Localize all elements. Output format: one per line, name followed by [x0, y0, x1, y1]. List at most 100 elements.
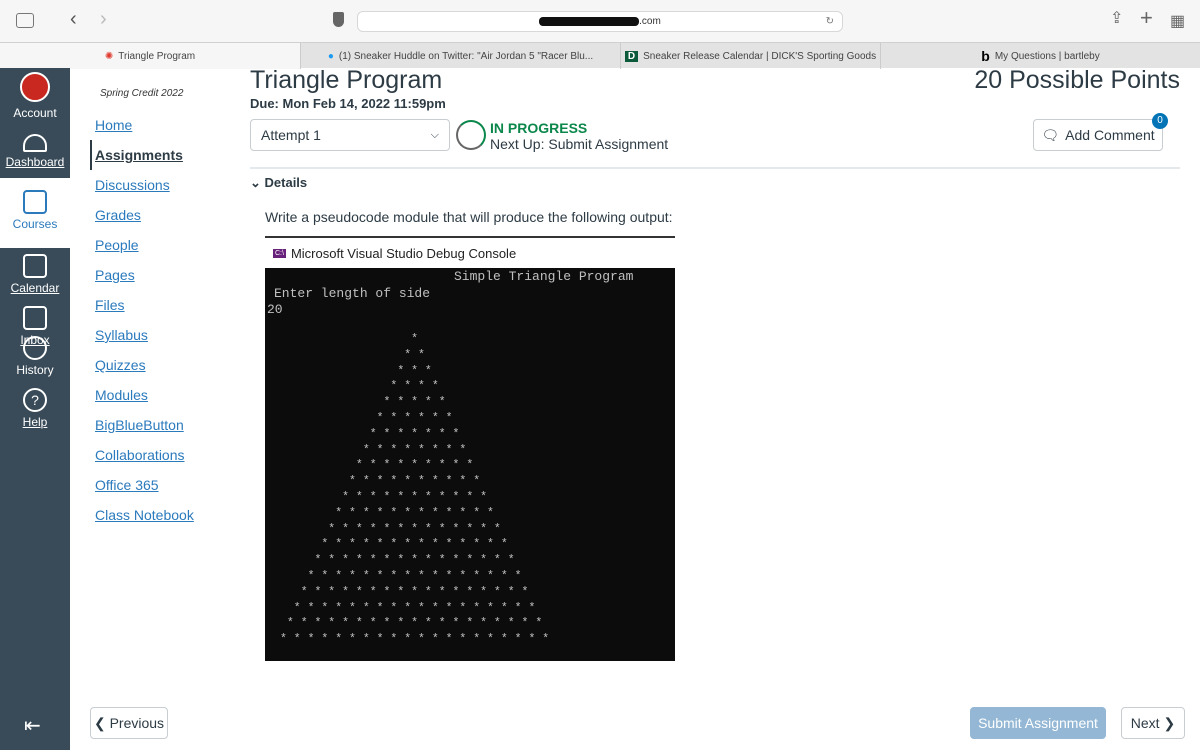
- nav-label: Account: [13, 106, 57, 120]
- console-heading: Simple Triangle Program: [454, 269, 634, 284]
- new-tab-icon[interactable]: +: [1140, 5, 1153, 31]
- tab-bar: ✺ Triangle Program ● (1) Sneaker Huddle on…: [0, 42, 1200, 69]
- nav-label: Courses: [12, 217, 58, 231]
- reload-icon[interactable]: ↻: [826, 12, 834, 31]
- triangle-row: * * * * * * * * * * * * * * * * * *: [280, 601, 536, 615]
- submit-assignment-button[interactable]: Submit Assignment: [970, 707, 1106, 739]
- course-nav-class-notebook[interactable]: Class Notebook: [95, 507, 194, 523]
- course-nav-people[interactable]: People: [95, 237, 139, 253]
- course-nav-quizzes[interactable]: Quizzes: [95, 357, 146, 373]
- triangle-row: * * * * * * * * * * * *: [280, 506, 494, 520]
- tab-overview-icon[interactable]: ▦: [1170, 11, 1185, 31]
- dicks-icon: D: [624, 50, 639, 62]
- course-nav-modules[interactable]: Modules: [95, 387, 148, 403]
- triangle-row: * * * * * * * * * *: [280, 475, 481, 489]
- triangle-row: * * * * * * * * * * *: [280, 490, 488, 504]
- triangle-row: * * * * * * * *: [280, 443, 467, 457]
- next-button[interactable]: Next ❯: [1121, 707, 1185, 739]
- console-prompt: Enter length of side: [274, 286, 431, 301]
- bartleby-icon: b: [981, 48, 990, 64]
- course-nav-discussions[interactable]: Discussions: [95, 177, 170, 193]
- global-nav-history[interactable]: History: [0, 336, 70, 377]
- course-nav-collaborations[interactable]: Collaborations: [95, 447, 185, 463]
- share-icon[interactable]: ⇪: [1110, 8, 1123, 28]
- course-nav-syllabus[interactable]: Syllabus: [95, 327, 148, 343]
- nav-label: History: [16, 363, 54, 377]
- course-nav-bigbluebutton[interactable]: BigBlueButton: [95, 417, 184, 433]
- console-titlebar: C:\ Microsoft Visual Studio Debug Console: [265, 238, 675, 268]
- details-toggle[interactable]: ⌄ Details: [250, 175, 307, 191]
- add-comment-button[interactable]: 🗨 Add Comment: [1033, 119, 1163, 151]
- course-nav-assignments[interactable]: Assignments: [95, 147, 183, 163]
- global-nav: Account Dashboard Courses Calendar Inbox…: [0, 68, 70, 750]
- address-bar[interactable]: .com ↻: [357, 11, 843, 32]
- course-nav-files[interactable]: Files: [95, 297, 125, 313]
- course-nav-pages[interactable]: Pages: [95, 267, 135, 283]
- collapse-nav-icon[interactable]: ⇤: [24, 713, 41, 738]
- comment-icon: 🗨: [1041, 126, 1060, 143]
- triangle-row: * * * * * * * * * * * * *: [280, 522, 501, 536]
- triangle-row: * * * * * * *: [280, 427, 460, 441]
- triangle-row: * * * * * * * * * * * * * * * *: [280, 569, 522, 583]
- redacted-url: [539, 16, 640, 26]
- divider: [250, 167, 1180, 169]
- triangle-row: * * * *: [280, 380, 439, 394]
- triangle-row: * * * * * * * * *: [280, 459, 474, 473]
- sidebar-toggle-icon[interactable]: [16, 13, 34, 28]
- triangle-row: * * * * * * * * * * * * * * * * * * *: [280, 617, 543, 631]
- url-text: .com: [639, 16, 661, 27]
- triangle-row: * * * * * *: [280, 411, 453, 425]
- shield-icon[interactable]: [333, 12, 344, 27]
- next-up-text: Next Up: Submit Assignment: [490, 136, 669, 152]
- page-title: Triangle Program: [250, 66, 443, 94]
- console-icon: C:\: [273, 248, 286, 258]
- nav-label: Calendar: [10, 281, 60, 295]
- dashboard-icon: [23, 134, 47, 152]
- attempt-select[interactable]: Attempt 1 ⌵: [250, 119, 450, 151]
- comment-count-badge: 0: [1152, 113, 1168, 129]
- nav-label: Help: [22, 415, 48, 429]
- submit-label: Submit Assignment: [978, 715, 1098, 731]
- active-indicator: [90, 140, 92, 170]
- course-nav-home[interactable]: Home: [95, 117, 132, 133]
- global-nav-courses[interactable]: Courses: [0, 178, 70, 248]
- chevron-left-icon: ❮: [93, 714, 110, 731]
- assignment-prompt: Write a pseudocode module that will prod…: [265, 209, 673, 225]
- global-nav-calendar[interactable]: Calendar: [0, 254, 70, 295]
- console-triangle: * * * * * * * * * * * * * * * * * * * * …: [280, 332, 549, 648]
- tab-label: Triangle Program: [118, 50, 196, 62]
- due-date: Due: Mon Feb 14, 2022 11:59pm: [250, 96, 446, 111]
- triangle-row: * * * * * * * * * * * * * * *: [280, 554, 515, 568]
- chevron-down-icon: ⌵: [430, 128, 439, 141]
- global-nav-account[interactable]: Account: [0, 72, 70, 130]
- previous-button[interactable]: ❮ Previous: [90, 707, 168, 739]
- tab-label: My Questions | bartleby: [994, 50, 1100, 62]
- details-label: Details: [264, 175, 308, 190]
- canvas-icon: ✺: [104, 50, 114, 62]
- chevron-right-icon: ❯: [1159, 714, 1176, 731]
- triangle-row: * * * * * * * * * * * * * * * * * * * *: [280, 633, 550, 647]
- global-nav-dashboard[interactable]: Dashboard: [0, 134, 70, 178]
- status-text: IN PROGRESS: [490, 120, 588, 136]
- global-nav-help[interactable]: ? Help: [0, 388, 70, 429]
- triangle-row: * * * * * * * * * * * * * *: [280, 538, 508, 552]
- triangle-row: * * * * * * * * * * * * * * * * *: [280, 585, 529, 599]
- forward-icon[interactable]: ›: [100, 8, 107, 31]
- progress-ring-icon: [456, 120, 486, 150]
- next-label: Next: [1130, 715, 1160, 731]
- back-icon[interactable]: ‹: [70, 8, 77, 31]
- add-comment-label: Add Comment: [1065, 127, 1155, 143]
- triangle-row: *: [280, 333, 419, 346]
- triangle-row: * * *: [280, 364, 432, 378]
- possible-points: 20 Possible Points: [974, 66, 1180, 94]
- course-term: Spring Credit 2022: [100, 88, 184, 99]
- tab-label: (1) Sneaker Huddle on Twitter: "Air Jord…: [338, 50, 594, 62]
- tab-dicks[interactable]: D Sneaker Release Calendar | DICK'S Sport…: [620, 43, 880, 69]
- calendar-icon: [23, 254, 47, 278]
- twitter-icon: ●: [327, 50, 334, 62]
- course-nav-grades[interactable]: Grades: [95, 207, 141, 223]
- help-icon: ?: [23, 388, 47, 412]
- course-nav-office-365[interactable]: Office 365: [95, 477, 159, 493]
- chevron-down-icon: ⌄: [250, 175, 265, 190]
- triangle-row: * * * * *: [280, 396, 446, 410]
